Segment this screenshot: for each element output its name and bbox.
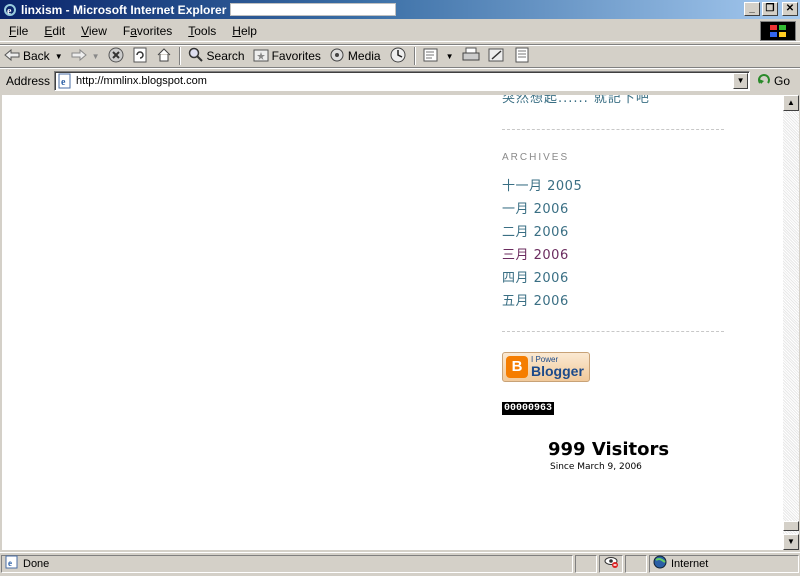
stop-icon	[108, 47, 124, 66]
menu-view[interactable]: View	[72, 24, 114, 38]
done-page-icon: e	[5, 555, 19, 572]
edit-icon	[488, 47, 506, 66]
menu-favorites[interactable]: Favorites	[114, 24, 179, 38]
discuss-button[interactable]	[510, 46, 534, 66]
favorites-button[interactable]: Favorites	[249, 46, 325, 66]
go-arrow-icon	[758, 73, 772, 90]
archive-link[interactable]: 二月 2006	[502, 221, 582, 244]
scroll-down-button[interactable]: ▼	[783, 534, 799, 550]
mail-dropdown-icon[interactable]: ▼	[446, 52, 454, 61]
scroll-up-button[interactable]: ▲	[783, 95, 799, 111]
svg-text:e: e	[61, 77, 66, 88]
search-label: Search	[206, 49, 245, 63]
back-button[interactable]: Back ▼	[0, 46, 67, 66]
svg-text:e: e	[7, 6, 12, 17]
vertical-scrollbar[interactable]: ▲ ▼	[783, 95, 799, 550]
printer-icon	[462, 47, 480, 66]
visitor-since-text: Since March 9, 2006	[550, 462, 642, 472]
hit-counter[interactable]: 00000963	[502, 402, 555, 415]
home-icon	[156, 47, 172, 66]
archives-list: 十一月 2005 一月 2006 二月 2006 三月 2006 四月 2006…	[502, 175, 582, 313]
go-button[interactable]: Go	[758, 73, 790, 90]
home-button[interactable]	[152, 46, 176, 66]
back-label: Back	[23, 49, 50, 63]
window-title: linxism - Microsoft Internet Explorer	[21, 2, 227, 17]
blogger-logo-icon: B	[506, 356, 528, 378]
history-button[interactable]	[385, 46, 411, 66]
media-label: Media	[347, 49, 381, 63]
browser-window: e linxism - Microsoft Internet Explorer …	[0, 0, 800, 576]
close-button[interactable]: ✕	[782, 2, 798, 16]
address-bar: Address e http://mmlinx.blogspot.com ▼ G…	[0, 68, 800, 93]
print-button[interactable]	[458, 46, 484, 66]
status-zone-cell: Internet	[649, 554, 799, 573]
favorites-star-icon	[253, 47, 269, 66]
menu-help[interactable]: Help	[223, 24, 264, 38]
minimize-button[interactable]: _	[744, 2, 760, 16]
privacy-eye-icon	[603, 555, 619, 572]
status-security-cell	[625, 554, 647, 573]
status-privacy-cell[interactable]	[599, 554, 623, 573]
divider	[502, 331, 724, 332]
mail-icon	[423, 47, 441, 66]
badge-big-text: Blogger	[531, 363, 584, 379]
history-icon	[389, 46, 407, 67]
address-url: http://mmlinx.blogspot.com	[76, 75, 207, 87]
address-dropdown-button[interactable]: ▼	[733, 73, 749, 89]
forward-dropdown-icon[interactable]: ▼	[92, 52, 100, 61]
windows-logo-icon	[760, 21, 796, 41]
svg-text:e: e	[8, 558, 12, 568]
page-icon: e	[57, 73, 73, 89]
internet-explorer-icon: e	[2, 2, 18, 18]
web-content[interactable]: 突然想起...... 就記下吧 ARCHIVES 十一月 2005 一月 200…	[2, 95, 783, 550]
address-input[interactable]: e http://mmlinx.blogspot.com ▼	[54, 71, 751, 91]
standard-toolbar: Back ▼ ▼ Search Favorites Media ▼	[0, 44, 800, 68]
visitor-count-text: 999 Visitors	[548, 439, 670, 460]
scroll-thumb[interactable]	[783, 521, 799, 531]
menu-bar: File Edit View Favorites Tools Help	[0, 20, 800, 42]
status-progress-cell	[575, 554, 597, 573]
title-redaction-box	[230, 3, 397, 16]
menu-tools[interactable]: Tools	[179, 24, 223, 38]
forward-button[interactable]: ▼	[67, 46, 104, 66]
mail-button[interactable]: ▼	[419, 46, 458, 66]
archive-link[interactable]: 五月 2006	[502, 290, 582, 313]
refresh-icon	[132, 47, 148, 66]
recent-post-link[interactable]: 突然想起...... 就記下吧	[502, 95, 650, 106]
zone-text: Internet	[671, 557, 709, 570]
divider	[502, 129, 724, 130]
refresh-button[interactable]	[128, 46, 152, 66]
media-button[interactable]: Media	[325, 46, 385, 66]
edit-button[interactable]	[484, 46, 510, 66]
favorites-label: Favorites	[271, 49, 321, 63]
back-dropdown-icon[interactable]: ▼	[55, 52, 63, 61]
search-icon	[188, 47, 204, 66]
archive-link[interactable]: 三月 2006	[502, 244, 582, 267]
address-label: Address	[6, 74, 51, 88]
back-arrow-icon	[4, 48, 20, 65]
archive-link[interactable]: 一月 2006	[502, 198, 582, 221]
menu-edit[interactable]: Edit	[35, 24, 72, 38]
forward-arrow-icon	[71, 48, 87, 65]
status-text: Done	[23, 557, 50, 570]
archive-link[interactable]: 十一月 2005	[502, 175, 582, 198]
menu-file[interactable]: File	[0, 24, 35, 38]
title-bar[interactable]: e linxism - Microsoft Internet Explorer …	[0, 0, 800, 19]
status-bar: e Done Internet	[0, 552, 800, 574]
stop-button[interactable]	[104, 46, 128, 66]
archives-heading: ARCHIVES	[502, 152, 570, 163]
search-button[interactable]: Search	[184, 46, 249, 66]
internet-globe-icon	[653, 555, 667, 572]
go-label: Go	[774, 74, 791, 88]
toolbar-separator	[413, 47, 416, 65]
powered-by-blogger-badge[interactable]: B I Power Blogger	[502, 352, 590, 382]
archive-link[interactable]: 四月 2006	[502, 267, 582, 290]
toolbar-separator	[178, 47, 181, 65]
discuss-icon	[514, 47, 530, 66]
maximize-button[interactable]: ❐	[762, 2, 778, 16]
status-main: e Done	[1, 554, 573, 573]
media-icon	[329, 47, 345, 66]
